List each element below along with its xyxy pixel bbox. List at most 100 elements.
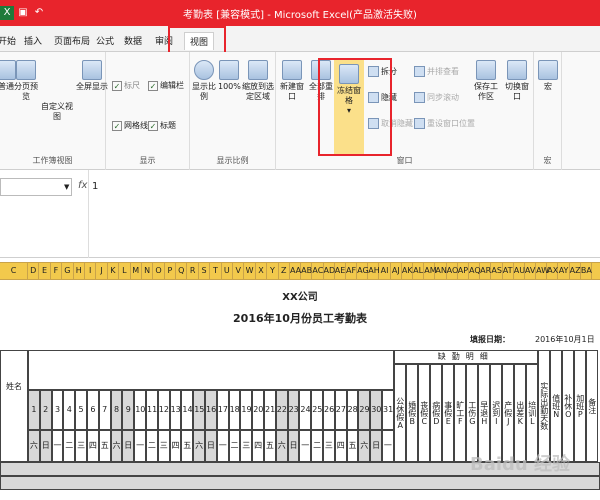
zoom-button[interactable]: 显示比例 <box>190 60 218 102</box>
day-cell-5: 5 <box>75 390 87 430</box>
column-header-az[interactable]: AZ <box>570 263 581 279</box>
column-header-f[interactable]: F <box>51 263 63 279</box>
column-header-ax[interactable]: AX <box>547 263 559 279</box>
day-cell-7: 7 <box>98 390 111 430</box>
formula-bar-check-icon: ✓ <box>148 80 158 91</box>
page-break-preview-button[interactable]: 分页预览 <box>14 60 38 102</box>
column-header-d[interactable]: D <box>28 263 40 279</box>
column-header-ac[interactable]: AC <box>312 263 324 279</box>
tab-data[interactable]: 数据 <box>124 34 142 47</box>
weekday-cell-8: 六 <box>110 430 123 462</box>
column-header-ab[interactable]: AB <box>301 263 313 279</box>
day-cell-28: 28 <box>346 390 359 430</box>
column-header-ag[interactable]: AG <box>357 263 369 279</box>
name-box-dropdown-icon[interactable]: ▼ <box>64 183 69 191</box>
column-header-as[interactable]: AS <box>491 263 503 279</box>
column-header-ap[interactable]: AP <box>458 263 469 279</box>
day-cell-29: 29 <box>358 390 371 430</box>
switch-windows-button[interactable]: 切换窗口 <box>502 60 532 102</box>
column-header-k[interactable]: K <box>108 263 120 279</box>
column-header-e[interactable]: E <box>39 263 51 279</box>
column-header-i[interactable]: I <box>85 263 97 279</box>
macros-button[interactable]: 宏 <box>536 60 560 92</box>
column-header-j[interactable]: J <box>96 263 108 279</box>
new-window-button[interactable]: 新建窗口 <box>278 60 306 102</box>
ribbon-tabs: 开始 插入 页面布局 公式 数据 审阅 视图 <box>0 26 600 52</box>
column-header-aq[interactable]: AQ <box>469 263 481 279</box>
formula-input[interactable]: 1 <box>92 181 98 192</box>
column-header-h[interactable]: H <box>74 263 85 279</box>
column-header-al[interactable]: AL <box>413 263 425 279</box>
column-header-ah[interactable]: AH <box>368 263 380 279</box>
column-header-au[interactable]: AU <box>514 263 525 279</box>
insert-function-icon[interactable]: fx <box>78 180 87 191</box>
column-header-v[interactable]: V <box>233 263 245 279</box>
column-header-m[interactable]: M <box>131 263 142 279</box>
headings-checkbox[interactable]: ✓ 标题 <box>148 120 176 131</box>
column-header-l[interactable]: L <box>119 263 131 279</box>
column-header-am[interactable]: AM <box>424 263 437 279</box>
column-header-at[interactable]: AT <box>503 263 514 279</box>
column-header-ae[interactable]: AE <box>335 263 346 279</box>
column-header-ba[interactable]: BA <box>581 263 593 279</box>
column-header-p[interactable]: P <box>165 263 177 279</box>
column-header-x[interactable]: X <box>256 263 268 279</box>
tab-home[interactable]: 开始 <box>0 34 16 47</box>
absence-col-10: 出差K <box>513 364 526 462</box>
column-header-aa[interactable]: AA <box>290 263 302 279</box>
zoom-100-button[interactable]: 100% <box>218 60 241 92</box>
column-header-g[interactable]: G <box>62 263 74 279</box>
custom-views-button[interactable]: 自定义视图 <box>40 102 74 122</box>
day-cell-17: 17 <box>216 390 229 430</box>
view-side-by-side-button[interactable]: 并排查看 <box>414 66 459 77</box>
column-header-t[interactable]: T <box>210 263 222 279</box>
day-cell-30: 30 <box>370 390 382 430</box>
weekday-cell-29: 六 <box>358 430 371 462</box>
column-header-aj[interactable]: AJ <box>391 263 402 279</box>
gridlines-check-icon: ✓ <box>112 120 122 131</box>
column-header-ay[interactable]: AY <box>558 263 570 279</box>
gridlines-checkbox[interactable]: ✓ 网格线 <box>112 120 148 131</box>
column-header-ar[interactable]: AR <box>480 263 492 279</box>
weekday-cell-21: 五 <box>264 430 276 462</box>
title-bar: X ▣ ↶ 考勤表 [兼容模式] - Microsoft Excel(产品激活失… <box>0 0 600 26</box>
reset-window-position-button[interactable]: 重设窗口位置 <box>414 118 475 129</box>
column-header-ao[interactable]: AO <box>447 263 458 279</box>
tab-insert[interactable]: 插入 <box>24 34 42 47</box>
column-header-r[interactable]: R <box>187 263 199 279</box>
column-header-w[interactable]: W <box>244 263 256 279</box>
column-header-an[interactable]: AN <box>435 263 447 279</box>
group-workbook-views: 普通 分页预览 自定义视图 全屏显示 工作簿视图 <box>0 52 108 170</box>
column-header-av[interactable]: AV <box>525 263 537 279</box>
column-header-aw[interactable]: AW <box>536 263 549 279</box>
sync-scroll-button[interactable]: 同步滚动 <box>414 92 459 103</box>
column-header-c[interactable]: C <box>0 263 28 279</box>
group-macros: 宏 宏 <box>534 52 562 170</box>
weekday-cell-14: 五 <box>181 430 194 462</box>
column-header-n[interactable]: N <box>142 263 154 279</box>
save-workspace-button[interactable]: 保存工作区 <box>474 60 498 102</box>
side-by-side-icon <box>414 66 425 77</box>
extra-col-4: 备注 <box>585 350 598 462</box>
full-screen-button[interactable]: 全屏显示 <box>76 60 108 92</box>
column-header-o[interactable]: O <box>153 263 165 279</box>
column-header-ai[interactable]: AI <box>379 263 391 279</box>
weekday-cell-19: 三 <box>240 430 253 462</box>
weekday-cell-25: 二 <box>311 430 323 462</box>
column-header-y[interactable]: Y <box>267 263 279 279</box>
column-header-z[interactable]: Z <box>279 263 290 279</box>
column-header-ak[interactable]: AK <box>402 263 414 279</box>
column-header-ad[interactable]: AD <box>324 263 335 279</box>
column-header-q[interactable]: Q <box>176 263 188 279</box>
zoom-to-selection-button[interactable]: 缩放到选定区域 <box>242 60 274 102</box>
formula-bar-checkbox[interactable]: ✓ 编辑栏 <box>148 80 184 91</box>
name-box[interactable] <box>0 178 72 196</box>
column-header-s[interactable]: S <box>199 263 211 279</box>
day-cell-14: 14 <box>181 390 194 430</box>
tab-formulas[interactable]: 公式 <box>96 34 114 47</box>
group-window: 新建窗口 全部重排 冻结窗格 ▾ 拆分 隐藏 取消隐藏 并排查看 同步滚动 重设窗… <box>276 52 534 170</box>
tab-page-layout[interactable]: 页面布局 <box>54 34 90 47</box>
column-header-af[interactable]: AF <box>346 263 358 279</box>
column-header-u[interactable]: U <box>222 263 234 279</box>
ruler-checkbox[interactable]: ✓ 标尺 <box>112 80 140 91</box>
